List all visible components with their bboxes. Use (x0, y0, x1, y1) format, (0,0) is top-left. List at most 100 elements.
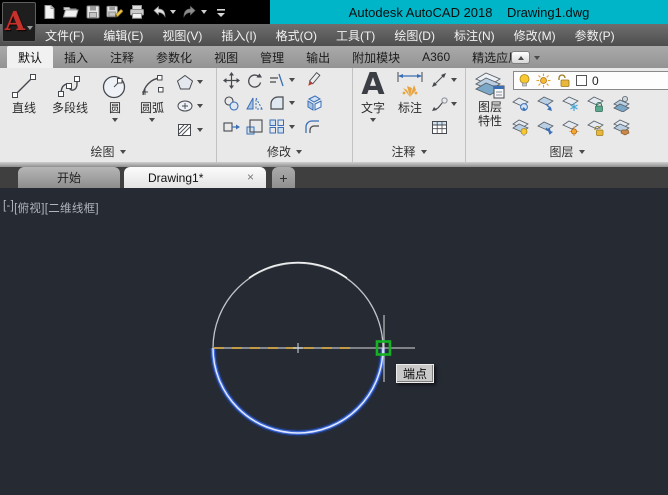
line-tool[interactable]: 直线 (4, 72, 44, 115)
panel-layers-label-button[interactable]: 图层 (466, 144, 668, 159)
menu-parametric[interactable]: 参数(P) (575, 27, 615, 44)
layer-off-tool[interactable] (511, 95, 530, 112)
tab-addins[interactable]: 附加模块 (341, 46, 411, 68)
erase-tool[interactable] (303, 71, 323, 89)
close-drawing-tab-button[interactable]: × (247, 170, 254, 184)
redo-button[interactable] (181, 4, 198, 21)
fillet-dropdown-icon[interactable] (289, 101, 295, 105)
linear-dimension-dropdown-icon[interactable] (451, 78, 457, 82)
leader-tool[interactable] (431, 96, 457, 112)
trim-dropdown-icon[interactable] (289, 78, 295, 82)
circle-entity-top-arc[interactable] (212, 262, 384, 349)
undo-button[interactable] (150, 4, 167, 21)
customize-qat-button[interactable] (212, 4, 229, 21)
menu-insert[interactable]: 插入(I) (221, 27, 256, 44)
copy-tool[interactable] (223, 95, 240, 112)
ribbon-collapse-button[interactable] (511, 51, 530, 64)
new-drawing-button[interactable] (40, 4, 57, 21)
layer-dropdown[interactable]: 0 (513, 71, 668, 90)
layer-isolate-tool[interactable] (536, 95, 555, 112)
save-as-button[interactable] (106, 4, 123, 21)
viewport-view-control[interactable]: [俯视] (14, 200, 45, 216)
menu-file[interactable]: 文件(F) (45, 27, 84, 44)
application-menu-caret-icon (27, 26, 34, 30)
selected-arc-entity[interactable] (211, 347, 385, 435)
rotate-icon (248, 73, 262, 88)
stretch-tool[interactable] (223, 119, 240, 134)
explode-tool[interactable] (303, 94, 323, 112)
layer-thaw-all-tool[interactable] (561, 119, 580, 136)
rotate-tool[interactable] (246, 72, 263, 89)
tab-annotate[interactable]: 注释 (99, 46, 145, 68)
menu-edit[interactable]: 编辑(E) (103, 27, 143, 44)
circle-dropdown-icon[interactable] (112, 118, 118, 122)
polyline-tool[interactable]: 多段线 (44, 72, 96, 115)
mirror-tool[interactable] (246, 95, 263, 111)
tab-view[interactable]: 视图 (203, 46, 249, 68)
layer-freeze-tool[interactable] (561, 95, 580, 112)
explode-icon (307, 95, 322, 111)
menu-tools[interactable]: 工具(T) (336, 27, 375, 44)
osnap-tooltip: 端点 (396, 364, 435, 383)
text-tool[interactable]: A 文字 (357, 70, 389, 122)
text-dropdown-icon[interactable] (370, 118, 376, 122)
tab-a360[interactable]: A360 (411, 46, 461, 68)
linear-dimension-tool[interactable] (431, 72, 457, 88)
move-tool[interactable] (223, 72, 240, 89)
viewport-pane-control[interactable]: [-] (3, 200, 14, 216)
tab-insert[interactable]: 插入 (53, 46, 99, 68)
menu-dimension[interactable]: 标注(N) (454, 27, 495, 44)
layer-lock-tool[interactable] (586, 95, 605, 112)
tab-parametric[interactable]: 参数化 (145, 46, 203, 68)
arc-tool[interactable]: 圆弧 (134, 72, 170, 122)
open-drawing-button[interactable] (62, 4, 79, 21)
fillet-tool[interactable] (269, 95, 285, 110)
tab-home[interactable]: 默认 (7, 46, 54, 68)
polygon-tool[interactable] (176, 74, 203, 90)
layer-walk-tool[interactable] (612, 119, 631, 136)
hatch-tool[interactable] (176, 122, 203, 138)
layer-walk-icon (613, 119, 630, 136)
plot-button[interactable] (128, 4, 145, 21)
ellipse-tool[interactable] (176, 98, 203, 114)
layer-properties-tool[interactable]: 图层 特性 (470, 70, 510, 128)
offset-tool[interactable] (303, 118, 323, 135)
ribbon-collapse-dropdown-icon[interactable] (534, 56, 540, 60)
dimension-tool[interactable]: 标注 (393, 70, 427, 115)
trim-tool[interactable] (269, 73, 285, 87)
panel-modify-label-button[interactable]: 修改 (217, 144, 352, 159)
polygon-dropdown-icon[interactable] (197, 80, 203, 84)
menu-format[interactable]: 格式(O) (276, 27, 317, 44)
layer-on-all-tool[interactable] (511, 119, 530, 136)
layer-unlock-all-tool[interactable] (586, 119, 605, 136)
tab-output[interactable]: 输出 (295, 46, 341, 68)
layer-make-current-tool[interactable] (612, 95, 631, 112)
drawing-canvas[interactable]: [-] [俯视] [二维线框] 端点 (0, 188, 668, 495)
viewport-style-control[interactable]: [二维线框] (45, 200, 99, 216)
arc-dropdown-icon[interactable] (149, 118, 155, 122)
hatch-dropdown-icon[interactable] (197, 128, 203, 132)
menu-view[interactable]: 视图(V) (162, 27, 202, 44)
file-tab-start[interactable]: 开始 (18, 167, 120, 188)
tab-manage[interactable]: 管理 (249, 46, 295, 68)
ellipse-dropdown-icon[interactable] (197, 104, 203, 108)
application-menu-button[interactable]: A (2, 2, 36, 42)
autocad-logo-icon: A (4, 7, 26, 37)
line-icon (12, 74, 36, 98)
panel-draw-label-button[interactable]: 绘图 (0, 144, 216, 159)
layer-unisolate-tool[interactable] (536, 119, 555, 136)
save-button[interactable] (84, 4, 101, 21)
undo-dropdown-caret-icon[interactable] (170, 10, 176, 14)
new-drawing-tab-button[interactable]: + (272, 167, 295, 188)
leader-dropdown-icon[interactable] (451, 102, 457, 106)
scale-tool[interactable] (246, 119, 263, 135)
menu-modify[interactable]: 修改(M) (514, 27, 556, 44)
panel-annotate-label-button[interactable]: 注释 (353, 144, 465, 159)
array-tool[interactable] (269, 119, 285, 134)
table-tool[interactable] (431, 120, 448, 135)
redo-dropdown-caret-icon[interactable] (201, 10, 207, 14)
circle-tool[interactable]: 圆 (98, 72, 132, 122)
array-dropdown-icon[interactable] (289, 125, 295, 129)
menu-draw[interactable]: 绘图(D) (394, 27, 435, 44)
file-tab-drawing1[interactable]: Drawing1* × (124, 167, 266, 188)
